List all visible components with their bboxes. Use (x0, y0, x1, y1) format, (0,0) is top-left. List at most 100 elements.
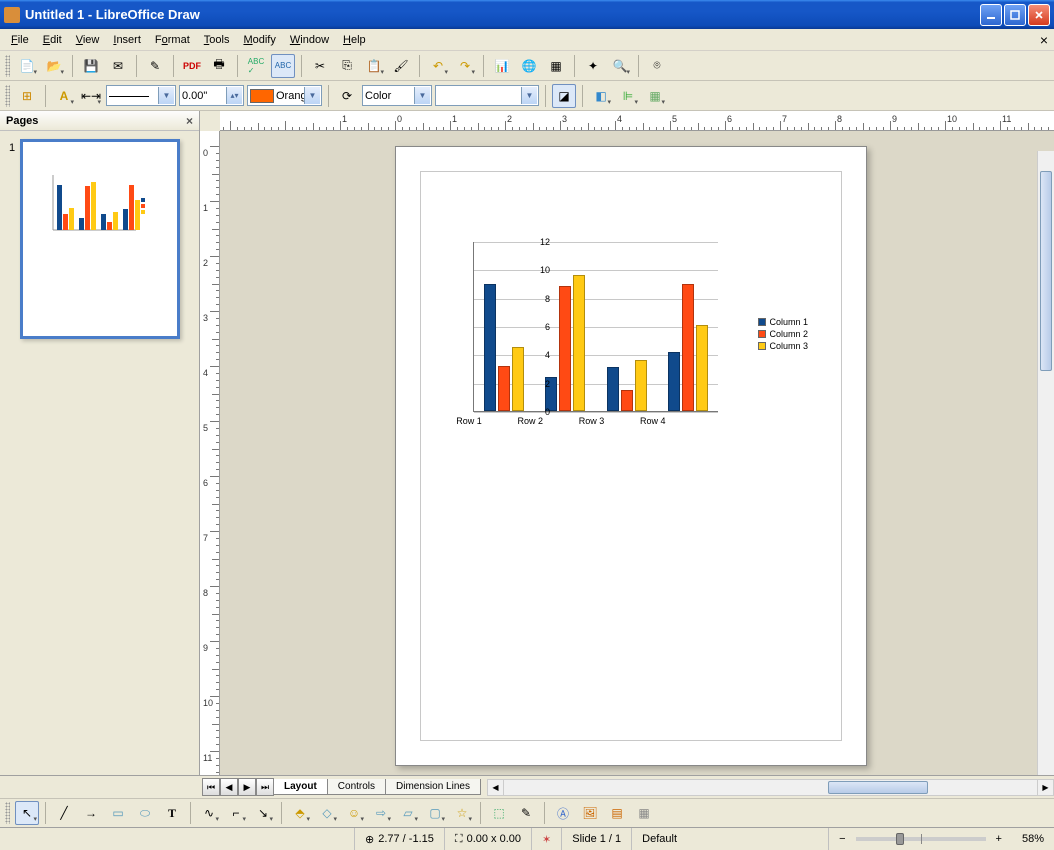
spellcheck-button[interactable]: ABC✓ (244, 54, 268, 78)
tab-controls[interactable]: Controls (327, 779, 386, 795)
callouts-button[interactable]: ▢ (423, 801, 447, 825)
toolbar-grip[interactable] (5, 55, 10, 77)
scroll-left-button[interactable]: ◀ (488, 780, 504, 795)
arrow-style-button[interactable]: A (52, 84, 76, 108)
zoom-control[interactable]: − + (829, 828, 1012, 850)
print-button[interactable]: 🖶 (207, 54, 231, 78)
shadow-button[interactable]: ◪ (552, 84, 576, 108)
zoom-out-icon[interactable]: − (839, 833, 845, 845)
align-button[interactable]: ⊫ (616, 84, 640, 108)
menu-format[interactable]: Format (148, 32, 197, 48)
line-endings-button[interactable]: ⇤⇥ (79, 84, 103, 108)
menu-file[interactable]: File (4, 32, 36, 48)
page[interactable]: Column 1Column 2Column 3 024681012Row 1R… (395, 146, 867, 766)
arrow-tool-button[interactable]: → (79, 801, 103, 825)
menu-tools[interactable]: Tools (197, 32, 237, 48)
edit-file-button[interactable]: ✎ (143, 54, 167, 78)
open-button[interactable]: 📂 (42, 54, 66, 78)
scrollbar-thumb[interactable] (828, 781, 928, 794)
symbol-shapes-button[interactable]: ☺ (342, 801, 366, 825)
zoom-button[interactable]: 🔍 (608, 54, 632, 78)
toolbar-grip[interactable] (5, 85, 10, 107)
menu-window[interactable]: Window (283, 32, 336, 48)
canvas[interactable]: Column 1Column 2Column 3 024681012Row 1R… (220, 131, 1054, 775)
color-scheme-combo[interactable]: Color ▼ (362, 85, 432, 106)
fill-color-combo[interactable]: Orange ▼ (247, 85, 322, 106)
zoom-slider-handle[interactable] (896, 833, 904, 845)
save-button[interactable]: 💾 (79, 54, 103, 78)
status-style[interactable]: Default (632, 828, 829, 850)
navigator-button[interactable]: ✦ (581, 54, 605, 78)
tab-nav-first-button[interactable]: ⏮ (202, 778, 220, 796)
menu-modify[interactable]: Modify (236, 32, 282, 48)
chart-object[interactable]: Column 1Column 2Column 3 024681012Row 1R… (438, 242, 798, 442)
line-style-combo[interactable]: ▼ (106, 85, 176, 106)
line-width-combo[interactable]: 0.00" ▴▾ (179, 85, 244, 106)
connector-tool-button[interactable]: ⌐ (224, 801, 248, 825)
cut-button[interactable]: ✂ (308, 54, 332, 78)
rotate-button[interactable]: ⟳ (335, 84, 359, 108)
vertical-ruler[interactable]: 01234567891011 (200, 131, 220, 775)
menu-insert[interactable]: Insert (106, 32, 148, 48)
paste-button[interactable]: 📋 (362, 54, 386, 78)
menu-edit[interactable]: Edit (36, 32, 69, 48)
copy-button[interactable]: ⎘ (335, 54, 359, 78)
fontwork-button[interactable]: Ⓐ (551, 801, 575, 825)
zoom-slider[interactable] (856, 837, 986, 841)
new-document-button[interactable]: 📄 (15, 54, 39, 78)
email-button[interactable]: ✉ (106, 54, 130, 78)
chart-button[interactable]: 📊 (490, 54, 514, 78)
scroll-right-button[interactable]: ▶ (1037, 780, 1053, 795)
horizontal-ruler[interactable]: 101234567891011 (220, 111, 1054, 131)
pages-panel-close-icon[interactable]: × (186, 114, 193, 128)
autospell-button[interactable]: ABC (271, 54, 295, 78)
tab-nav-next-button[interactable]: ▶ (238, 778, 256, 796)
format-paintbrush-button[interactable]: 🖌 (389, 54, 413, 78)
vertical-scrollbar[interactable] (1037, 151, 1054, 775)
flowchart-button[interactable]: ▱ (396, 801, 420, 825)
curve-tool-button[interactable]: ∿ (197, 801, 221, 825)
window-close-button[interactable] (1028, 4, 1050, 26)
from-file-button[interactable]: 🖼 (578, 801, 602, 825)
extrusion-button[interactable]: ▦ (632, 801, 656, 825)
menu-help[interactable]: Help (336, 32, 373, 48)
export-pdf-button[interactable]: PDF (180, 54, 204, 78)
stars-button[interactable]: ☆ (450, 801, 474, 825)
points-button[interactable]: ⬚ (487, 801, 511, 825)
select-tool-button[interactable]: ↖ (15, 801, 39, 825)
menu-view[interactable]: View (69, 32, 107, 48)
horizontal-scrollbar[interactable]: ◀ ▶ (487, 779, 1054, 796)
ellipse-tool-button[interactable]: ⬭ (133, 801, 157, 825)
text-tool-button[interactable]: T (160, 801, 184, 825)
gallery-button[interactable]: ▤ (605, 801, 629, 825)
zoom-percent[interactable]: 58% (1012, 828, 1054, 850)
show-grid-button[interactable]: ⊞ (15, 84, 39, 108)
document-close-icon[interactable]: × (1040, 32, 1048, 48)
glue-points-button[interactable]: ✎ (514, 801, 538, 825)
undo-button[interactable]: ↶ (426, 54, 450, 78)
basic-shapes-button[interactable]: ◇ (315, 801, 339, 825)
line-tool-button[interactable]: ╱ (52, 801, 76, 825)
lines-arrows-button[interactable]: ↘ (251, 801, 275, 825)
tab-layout[interactable]: Layout (273, 779, 328, 795)
scrollbar-thumb[interactable] (1040, 171, 1052, 371)
arrange-button[interactable]: ◧ (589, 84, 613, 108)
distribute-button[interactable]: ▦ (643, 84, 667, 108)
page-thumbnail[interactable]: 1 (20, 139, 180, 339)
3d-objects-button[interactable]: ⬘ (288, 801, 312, 825)
tab-nav-last-button[interactable]: ⏭ (256, 778, 274, 796)
tab-dimension-lines[interactable]: Dimension Lines (385, 779, 481, 795)
toolbar-grip[interactable] (5, 802, 10, 824)
table-button[interactable]: ▦ (544, 54, 568, 78)
window-maximize-button[interactable] (1004, 4, 1026, 26)
rectangle-tool-button[interactable]: ▭ (106, 801, 130, 825)
color-value-combo[interactable]: ▼ (435, 85, 539, 106)
help-button[interactable]: ⌾ (645, 54, 669, 78)
window-minimize-button[interactable] (980, 4, 1002, 26)
hyperlink-button[interactable]: 🌐 (517, 54, 541, 78)
status-slide[interactable]: Slide 1 / 1 (562, 828, 632, 850)
zoom-in-icon[interactable]: + (996, 833, 1002, 845)
redo-button[interactable]: ↷ (453, 54, 477, 78)
tab-nav-prev-button[interactable]: ◀ (220, 778, 238, 796)
block-arrows-button[interactable]: ⇨ (369, 801, 393, 825)
